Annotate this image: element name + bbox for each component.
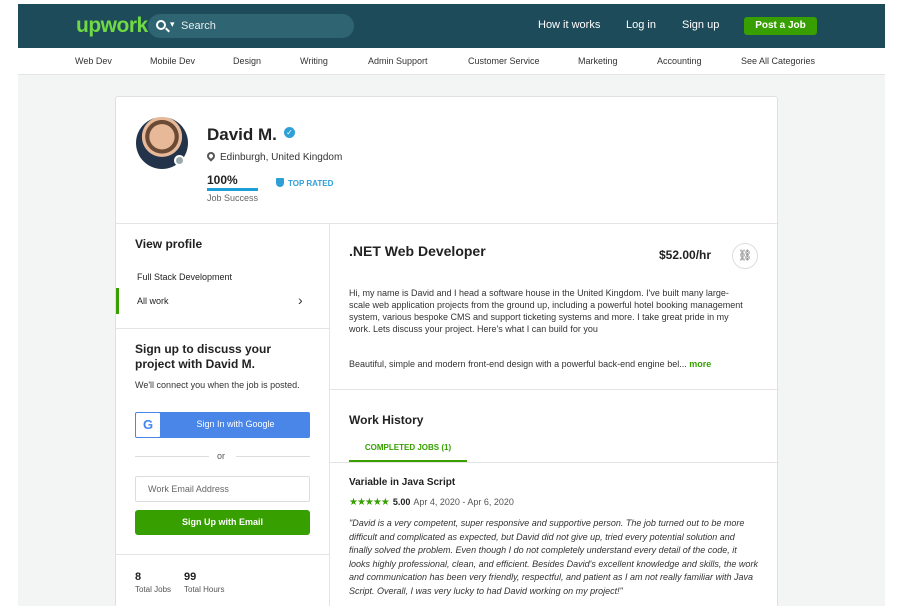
divider: [116, 328, 329, 329]
copy-link-button[interactable]: ⛓: [732, 243, 758, 269]
divider: [116, 554, 329, 555]
job-success-label: Job Success: [207, 193, 259, 203]
shield-icon: [276, 178, 284, 187]
signup-email-button[interactable]: Sign Up with Email: [135, 510, 310, 535]
google-icon: G: [136, 413, 160, 437]
total-hours-label: Total Hours: [184, 585, 225, 594]
location-pin-icon: [205, 150, 217, 162]
or-separator: or: [217, 451, 226, 461]
job-success-bar: [207, 188, 258, 191]
search-icon: [156, 20, 166, 30]
rating-score: 5.00: [392, 497, 411, 507]
status-indicator: [174, 155, 185, 166]
job-success-value: 100%: [207, 173, 238, 187]
location: Edinburgh, United Kingdom: [205, 150, 343, 163]
upwork-logo[interactable]: upwork: [76, 14, 148, 38]
active-indicator: [116, 288, 119, 314]
overview-teaser: Beautiful, simple and modern front-end d…: [349, 359, 759, 369]
location-text: Edinburgh, United Kingdom: [220, 152, 343, 163]
category-customer-service[interactable]: Customer Service: [468, 56, 540, 66]
profile-card: David M. ✓ Edinburgh, United Kingdom 100…: [115, 96, 779, 606]
category-marketing[interactable]: Marketing: [578, 56, 618, 66]
nav-log-in[interactable]: Log in: [626, 19, 656, 31]
category-web-dev[interactable]: Web Dev: [75, 56, 112, 66]
profile-item-label: All work: [137, 296, 169, 306]
overview-text: Hi, my name is David and I head a softwa…: [349, 288, 743, 334]
nav-how-it-works[interactable]: How it works: [538, 19, 600, 31]
divider: [330, 462, 779, 463]
client-review: "David is a very competent, super respon…: [349, 518, 758, 596]
google-signin-button[interactable]: G Sign In with Google: [135, 412, 310, 438]
view-profile-heading: View profile: [135, 237, 203, 251]
profile-item-all-work[interactable]: All work ›: [116, 288, 329, 314]
job-dates: Apr 4, 2020 - Apr 6, 2020: [413, 497, 514, 507]
browser-viewport: upwork ▾ How it works Log in Sign up Pos…: [18, 4, 885, 606]
signup-heading: Sign up to discuss your project with Dav…: [135, 342, 272, 371]
rating-stars: ★★★★★: [349, 497, 390, 508]
email-field[interactable]: [135, 476, 310, 502]
total-hours-value: 99: [184, 571, 197, 583]
category-see-all[interactable]: See All Categories: [741, 56, 815, 66]
category-writing[interactable]: Writing: [300, 56, 328, 66]
search-input[interactable]: [181, 17, 341, 35]
search-box[interactable]: ▾: [148, 14, 354, 38]
category-admin-support[interactable]: Admin Support: [368, 56, 428, 66]
top-header: upwork ▾ How it works Log in Sign up Pos…: [18, 4, 885, 48]
chevron-right-icon: ›: [298, 292, 303, 308]
job-title[interactable]: Variable in Java Script: [349, 477, 455, 488]
top-rated-badge: TOP RATED: [276, 178, 333, 188]
category-accounting[interactable]: Accounting: [657, 56, 702, 66]
google-signin-label: Sign In with Google: [196, 419, 275, 429]
nav-sign-up[interactable]: Sign up: [682, 19, 719, 31]
category-design[interactable]: Design: [233, 56, 261, 66]
divider: [236, 456, 310, 457]
tab-completed-jobs[interactable]: COMPLETED JOBS (1): [349, 443, 467, 462]
work-history-heading: Work History: [349, 413, 424, 427]
post-job-button[interactable]: Post a Job: [744, 17, 817, 35]
verified-icon: ✓: [284, 127, 295, 138]
profile-item-full-stack[interactable]: Full Stack Development: [137, 272, 232, 282]
category-nav: Web Dev Mobile Dev Design Writing Admin …: [18, 48, 885, 75]
freelancer-name: David M.: [207, 125, 277, 144]
signup-subtext: We'll connect you when the job is posted…: [135, 380, 300, 390]
divider: [135, 456, 209, 457]
logo-text: upwork: [76, 14, 148, 37]
job-meta: ★★★★★ 5.00 Apr 4, 2020 - Apr 6, 2020: [349, 497, 514, 508]
link-icon: ⛓: [738, 250, 752, 262]
divider: [330, 389, 779, 390]
chevron-down-icon[interactable]: ▾: [170, 19, 175, 30]
more-link[interactable]: more: [689, 359, 711, 369]
total-jobs-value: 8: [135, 571, 142, 583]
divider: [116, 223, 779, 224]
hourly-rate: $52.00/hr: [659, 248, 712, 262]
top-rated-label: TOP RATED: [288, 179, 334, 188]
total-jobs-label: Total Jobs: [135, 585, 172, 594]
teaser-text: Beautiful, simple and modern front-end d…: [349, 359, 687, 369]
profile-title: .NET Web Developer: [349, 243, 486, 259]
category-mobile-dev[interactable]: Mobile Dev: [150, 56, 195, 66]
divider: [329, 223, 330, 606]
